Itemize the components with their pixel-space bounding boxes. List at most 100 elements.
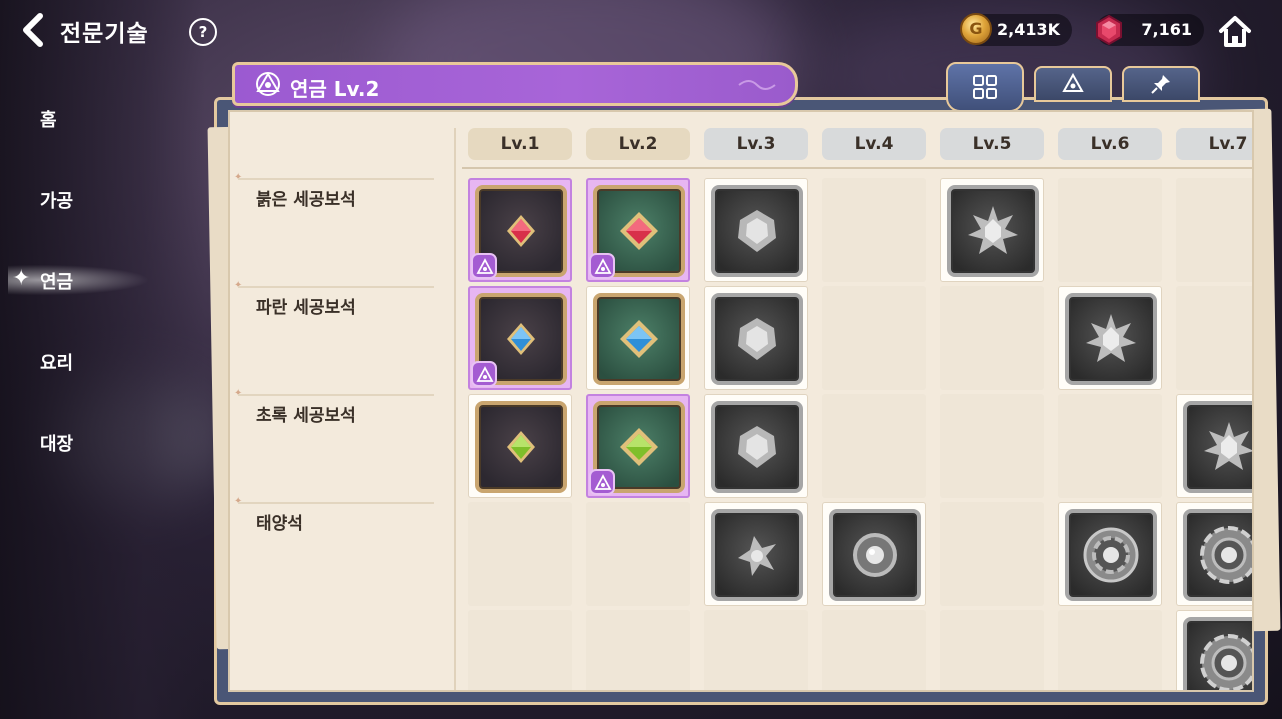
panel-title-ribbon: 연금 Lv.2 [232,62,798,106]
alchemy-icon [256,72,280,96]
chevron-left-icon [23,13,43,47]
recipe-cell-green-gem-lv2[interactable] [586,394,690,498]
empty-cell [940,502,1044,606]
recipe-cell-red-gem-lv5[interactable] [940,178,1044,282]
blue-gem-icon [507,323,535,355]
empty-cell [1058,610,1162,690]
row-label-blue-gem: 파란 세공보석 [256,298,356,318]
empty-cell [1058,178,1162,282]
gold-coin-icon: G [960,13,992,45]
alchemy-badge [471,361,497,387]
tab-pin[interactable] [1122,66,1200,102]
gem-currency: 7,161 [1096,14,1204,46]
recipe-cell-red-gem-lv2[interactable] [586,178,690,282]
ornament-icon [738,80,776,90]
back-button[interactable] [18,12,52,48]
level-header: Lv.1 [468,128,572,160]
row-label-red-gem: 붉은 세공보석 [256,190,356,210]
top-bar: 전문기술 ? G 2,413K 7,161 [0,0,1282,62]
recipe-cell-green-gem-lv7[interactable] [1176,394,1252,498]
alchemy-badge [471,253,497,279]
tab-alchemy[interactable] [1034,66,1112,102]
alchemy-icon [594,258,612,274]
locked-medallion-icon [1083,527,1139,583]
home-icon [1219,16,1251,47]
recipe-cell-blue-gem-lv1[interactable] [468,286,572,390]
locked-crystal-icon [968,206,1018,254]
level-header: Lv.6 [1058,128,1162,160]
blue-gem-icon [620,320,658,358]
empty-cell [940,610,1044,690]
recipe-cell-red-gem-lv3[interactable] [704,178,808,282]
level-header: Lv.7 [1176,128,1252,160]
sidebar-item-cooking[interactable]: 요리 [40,349,73,375]
recipe-cell-sunstone-lv7[interactable] [1176,502,1252,606]
alchemy-icon [476,366,494,382]
home-button[interactable] [1216,12,1254,50]
alchemy-icon [594,474,612,490]
locked-gem-icon [738,426,776,468]
sidebar-item-home[interactable]: 홈 [40,106,57,132]
empty-cell [822,178,926,282]
empty-cell [468,502,572,606]
recipe-cell-row5-lv7[interactable] [1176,610,1252,690]
sidebar-item-processing[interactable]: 가공 [40,187,73,213]
empty-cell [586,610,690,690]
level-header: Lv.2 [586,128,690,160]
recipe-cell-sunstone-lv6[interactable] [1058,502,1162,606]
row-divider [238,502,434,504]
ruby-gem-icon [1096,14,1122,46]
sidebar-background [0,0,205,719]
empty-cell [704,610,808,690]
sidebar-item-smithing[interactable]: 대장 [40,430,73,456]
empty-cell [468,610,572,690]
recipe-cell-sunstone-lv3[interactable] [704,502,808,606]
row-divider [238,286,434,288]
level-header: Lv.4 [822,128,926,160]
empty-cell [822,610,926,690]
gem-amount: 7,161 [1141,20,1192,39]
gold-currency: G 2,413K [960,13,1072,46]
row-label-green-gem: 초록 세공보석 [256,406,356,426]
sparkle-icon: ✦ [12,266,31,291]
panel-title: 연금 Lv.2 [290,77,380,101]
empty-cell [1058,394,1162,498]
gold-amount: 2,413K [996,20,1060,39]
empty-cell [940,394,1044,498]
recipe-cell-red-gem-lv1[interactable] [468,178,572,282]
recipe-grid-panel: ✦ 붉은 세공보석 ✦ 파란 세공보석 ✦ 초록 세공보석 ✦ 태양석 Lv.1… [228,110,1254,692]
row-label-sunstone: 태양석 [256,514,303,534]
help-button[interactable]: ? [189,18,217,46]
active-nav-glow [8,262,168,298]
pin-icon [1151,75,1170,94]
locked-gem-icon [738,318,776,360]
tab-grid-view[interactable] [946,62,1024,112]
locked-orb-icon [853,533,897,577]
row-divider [238,178,434,180]
locked-gem-icon [738,210,776,252]
empty-cell [822,394,926,498]
red-gem-icon [620,212,658,250]
sidebar-item-alchemy[interactable]: 연금 [40,268,73,294]
empty-cell [940,286,1044,390]
empty-cell [1176,286,1252,390]
recipe-cell-green-gem-lv1[interactable] [468,394,572,498]
empty-cell [586,502,690,606]
recipe-cell-blue-gem-lv3[interactable] [704,286,808,390]
alchemy-badge [589,469,615,495]
page-title: 전문기술 [60,21,149,47]
recipe-cell-blue-gem-lv2[interactable] [586,286,690,390]
recipe-cell-sunstone-lv4[interactable] [822,502,926,606]
row-divider [238,394,434,396]
row-labels: ✦ 붉은 세공보석 ✦ 파란 세공보석 ✦ 초록 세공보석 ✦ 태양석 [230,112,454,690]
locked-medallion-icon [1200,634,1252,690]
locked-medallion-icon [1200,526,1252,584]
recipe-cell-green-gem-lv3[interactable] [704,394,808,498]
header-divider [462,167,1252,169]
recipe-cell-blue-gem-lv6[interactable] [1058,286,1162,390]
grid-icon [973,75,997,99]
level-header: Lv.3 [704,128,808,160]
red-gem-icon [507,215,535,247]
level-header: Lv.5 [940,128,1044,160]
locked-shard-icon [738,536,776,576]
